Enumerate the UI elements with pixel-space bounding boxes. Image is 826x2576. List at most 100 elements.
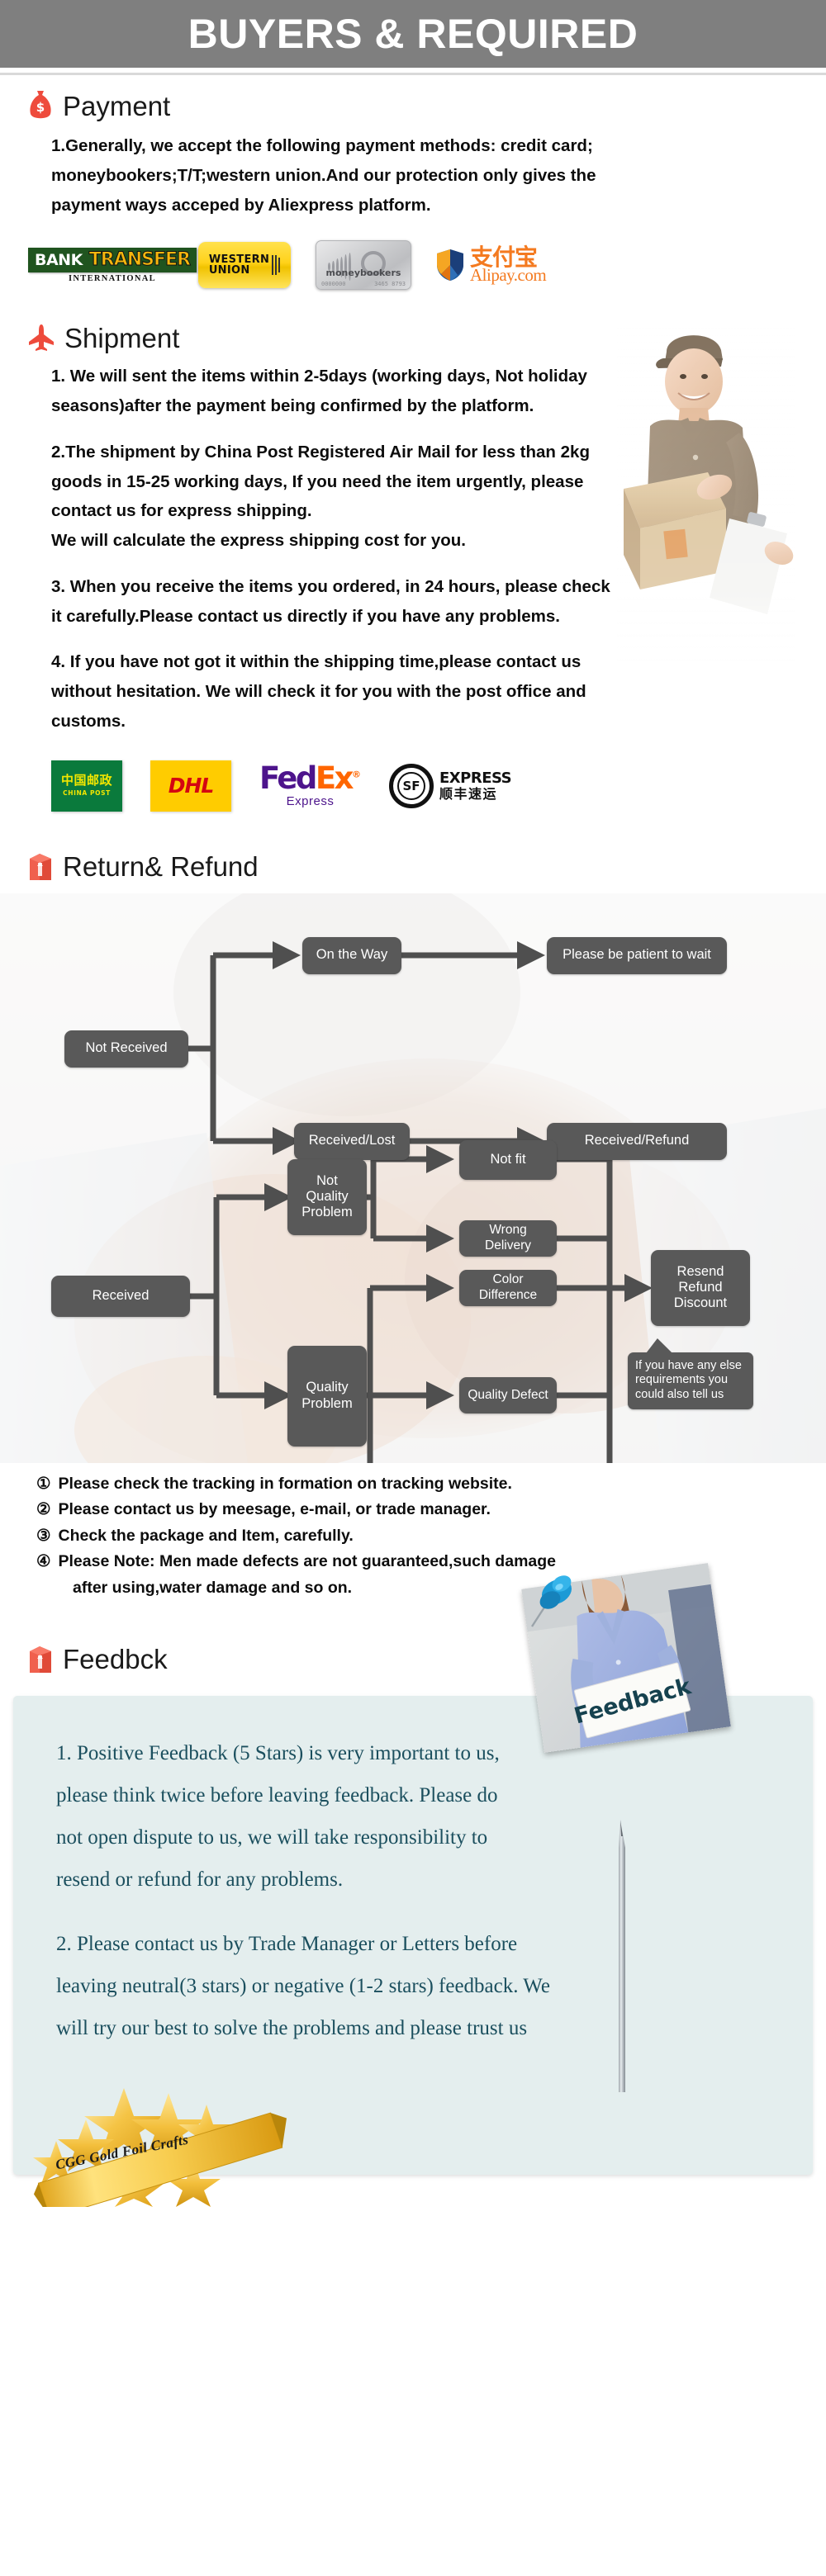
moneybookers-digits-left: 0000000 bbox=[321, 281, 346, 288]
page-title: BUYERS & REQUIRED bbox=[188, 11, 638, 57]
return-refund-flowchart: Not Received On the Way Please be patien… bbox=[0, 893, 826, 1463]
fedex-logo: FedEx® Express bbox=[259, 763, 361, 808]
node-received: Received bbox=[51, 1275, 190, 1317]
fedex-fed: Fed bbox=[259, 760, 317, 797]
node-not-fit: Not fit bbox=[459, 1139, 557, 1180]
moneybookers-name: moneybookers bbox=[325, 268, 401, 279]
carrier-logo-row: 中国邮政 CHINA POST DHL FedEx® Express SF EX… bbox=[51, 756, 826, 816]
node-quality-defect: Quality Defect bbox=[459, 1376, 557, 1413]
return-note-3-text: Check the package and Item, carefully. bbox=[58, 1526, 354, 1545]
feedback-line-2: please think twice before leaving feedba… bbox=[56, 1783, 498, 1807]
shipment-line-7: 3. When you receive the items you ordere… bbox=[51, 576, 610, 596]
feedback-line-3: not open dispute to us, we will take res… bbox=[56, 1826, 488, 1849]
shipment-section: Shipment 1. We will sent the items withi… bbox=[0, 317, 826, 816]
payment-section-header: $ Payment bbox=[28, 90, 826, 121]
western-union-logo: WESTERN UNION bbox=[198, 242, 291, 289]
dhl-wordmark: DHL bbox=[168, 774, 215, 798]
return-note-1-text: Please check the tracking in formation o… bbox=[58, 1474, 512, 1493]
return-section-header: Return& Refund bbox=[28, 852, 826, 882]
alipay-en-text: Alipay.com bbox=[470, 265, 547, 286]
fedex-ex: Ex bbox=[315, 760, 354, 797]
feedback-heading: Feedbck bbox=[63, 1644, 168, 1675]
fedex-sub: Express bbox=[286, 794, 335, 809]
sf-express-cn: 顺丰速运 bbox=[439, 785, 498, 802]
shipment-line-5: contact us for express shipping. bbox=[51, 501, 312, 521]
bank-transfer-sub: INTERNATIONAL bbox=[69, 273, 156, 283]
shipment-line-11: customs. bbox=[51, 711, 126, 731]
shipment-section-header: Shipment bbox=[28, 324, 826, 352]
feedback-line-5: 2. Please contact us by Trade Manager or… bbox=[56, 1932, 518, 1955]
payment-text: 1.Generally, we accept the following pay… bbox=[51, 133, 790, 218]
sf-mark: SF bbox=[397, 771, 425, 800]
node-extra-requirements-callout: If you have any else requirements you co… bbox=[628, 1352, 753, 1409]
feedback-line-4: resend or refund for any problems. bbox=[56, 1868, 344, 1892]
payment-logo-row: BANK TRANSFER INTERNATIONAL WESTERN UNIO… bbox=[27, 238, 826, 292]
western-union-bars bbox=[272, 255, 281, 276]
banner-divider bbox=[0, 73, 826, 75]
china-post-en: CHINA POST bbox=[63, 789, 111, 798]
node-not-received: Not Received bbox=[64, 1030, 188, 1068]
shipment-line-9: 4. If you have not got it within the shi… bbox=[51, 652, 582, 672]
shipment-line-10: without hesitation. We will check it for… bbox=[51, 682, 586, 702]
return-note-3: ③ Check the package and Item, carefully. bbox=[36, 1523, 790, 1550]
bank-transfer-logo: BANK TRANSFER INTERNATIONAL bbox=[27, 244, 197, 286]
sf-badge-icon: SF bbox=[389, 763, 434, 808]
shipment-heading: Shipment bbox=[64, 322, 180, 353]
return-note-2: ② Please contact us by meesage, e-mail, … bbox=[36, 1497, 790, 1523]
dhl-logo: DHL bbox=[150, 760, 231, 812]
pen-illustration bbox=[619, 1819, 625, 2092]
return-note-2-text: Please contact us by meesage, e-mail, or… bbox=[58, 1500, 491, 1519]
return-note-4-number: ④ bbox=[36, 1552, 51, 1571]
money-bag-icon: $ bbox=[30, 91, 51, 119]
payment-line-3: payment ways acceped by Aliexpress platf… bbox=[51, 195, 431, 215]
feedback-line-1: 1. Positive Feedback (5 Stars) is very i… bbox=[56, 1741, 500, 1764]
return-heading: Return& Refund bbox=[63, 851, 259, 883]
feedback-line-6: leaving neutral(3 stars) or negative (1-… bbox=[56, 1974, 550, 1997]
package-box-icon bbox=[30, 1646, 51, 1673]
shipment-line-1: 1. We will sent the items within 2-5days… bbox=[51, 367, 587, 386]
blue-pushpin-icon bbox=[530, 1574, 572, 1627]
alipay-shield-icon bbox=[437, 249, 463, 282]
node-received-lost: Received/Lost bbox=[294, 1122, 410, 1160]
payment-heading: Payment bbox=[63, 90, 171, 121]
sf-express-logo: SF EXPRESS 顺丰速运 bbox=[389, 763, 512, 808]
shipment-line-4: goods in 15-25 working days, If you need… bbox=[51, 471, 584, 491]
node-please-be-patient: Please be patient to wait bbox=[547, 936, 727, 974]
feedback-line-7: will try our best to solve the problems … bbox=[56, 2017, 528, 2040]
return-note-1: ① Please check the tracking in formation… bbox=[36, 1471, 790, 1498]
sf-express-en: EXPRESS bbox=[439, 769, 512, 787]
return-note-4-text: Please Note: Men made defects are not gu… bbox=[58, 1552, 557, 1571]
payment-line-2: moneybookers;T/T;western union.And our p… bbox=[51, 165, 596, 185]
shipment-line-3: 2.The shipment by China Post Registered … bbox=[51, 442, 590, 462]
node-color-difference: Color Difference bbox=[459, 1269, 557, 1306]
china-post-cn: 中国邮政 bbox=[60, 773, 112, 788]
moneybookers-logo: moneybookers 0000000 3465 8793 bbox=[316, 240, 411, 291]
bank-transfer-word2: TRANSFER bbox=[87, 247, 197, 272]
return-note-3-number: ③ bbox=[36, 1526, 51, 1545]
node-quality-problem: Quality Problem bbox=[287, 1345, 367, 1447]
shipment-line-8: it carefully.Please contact us directly … bbox=[51, 606, 560, 626]
node-not-quality-problem: Not Quality Problem bbox=[287, 1158, 367, 1235]
svg-text:$: $ bbox=[36, 100, 45, 115]
node-resend-refund-discount: Resend Refund Discount bbox=[651, 1249, 750, 1326]
feedback-text-box: 1. Positive Feedback (5 Stars) is very i… bbox=[13, 1695, 813, 2218]
node-wrong-delivery: Wrong Delivery bbox=[459, 1219, 557, 1257]
western-union-line2: UNION bbox=[208, 264, 250, 277]
node-received-refund: Received/Refund bbox=[547, 1122, 727, 1160]
alipay-logo: 支付宝 Alipay.com bbox=[436, 246, 547, 286]
node-on-the-way: On the Way bbox=[302, 936, 401, 974]
shipment-text: 1. We will sent the items within 2-5days… bbox=[51, 363, 790, 734]
return-note-1-number: ① bbox=[36, 1474, 51, 1493]
payment-line-1: 1.Generally, we accept the following pay… bbox=[51, 136, 593, 155]
page-banner: BUYERS & REQUIRED bbox=[0, 0, 826, 68]
china-post-logo: 中国邮政 CHINA POST bbox=[51, 760, 122, 812]
fedex-registered-mark: ® bbox=[352, 769, 361, 780]
moneybookers-digits-right: 3465 8793 bbox=[374, 281, 406, 288]
return-note-2-number: ② bbox=[36, 1500, 51, 1519]
shipment-line-6: We will calculate the express shipping c… bbox=[51, 531, 466, 551]
package-box-icon bbox=[30, 853, 51, 880]
airplane-icon bbox=[29, 324, 54, 352]
shipment-line-2: seasons)after the payment being confirme… bbox=[51, 396, 534, 416]
bank-transfer-word1: BANK bbox=[27, 247, 88, 272]
brand-badge: CGG Gold Foil Crafts bbox=[31, 2083, 304, 2218]
